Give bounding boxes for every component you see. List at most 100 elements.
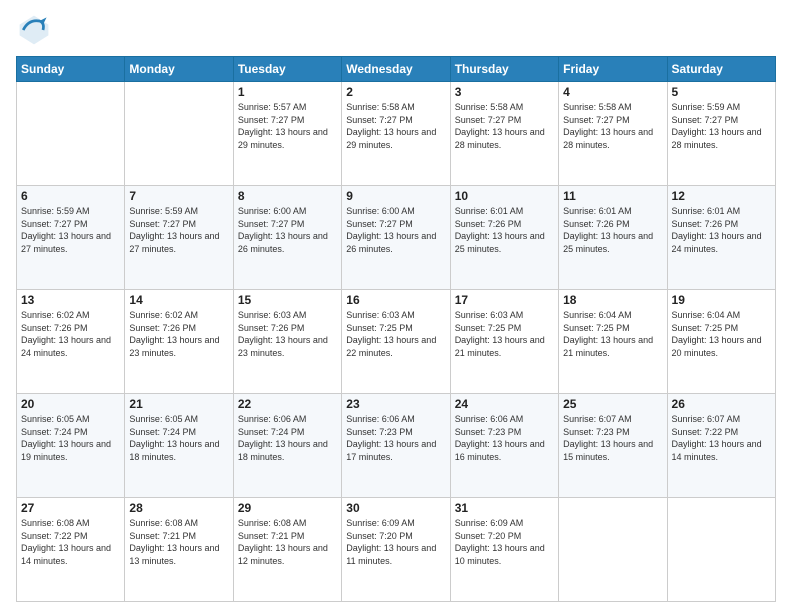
logo-icon [16, 12, 52, 48]
calendar-cell [559, 498, 667, 602]
cell-info: Sunrise: 5:58 AM Sunset: 7:27 PM Dayligh… [346, 101, 445, 151]
cell-info: Sunrise: 5:59 AM Sunset: 7:27 PM Dayligh… [129, 205, 228, 255]
col-header-tuesday: Tuesday [233, 57, 341, 82]
logo [16, 12, 56, 48]
calendar-cell: 2 Sunrise: 5:58 AM Sunset: 7:27 PM Daylig… [342, 82, 450, 186]
day-number: 25 [563, 397, 662, 411]
calendar-cell: 9 Sunrise: 6:00 AM Sunset: 7:27 PM Daylig… [342, 186, 450, 290]
cell-info: Sunrise: 5:57 AM Sunset: 7:27 PM Dayligh… [238, 101, 337, 151]
calendar-cell: 27 Sunrise: 6:08 AM Sunset: 7:22 PM Dayli… [17, 498, 125, 602]
day-number: 30 [346, 501, 445, 515]
calendar-cell: 1 Sunrise: 5:57 AM Sunset: 7:27 PM Daylig… [233, 82, 341, 186]
day-number: 29 [238, 501, 337, 515]
calendar-cell: 23 Sunrise: 6:06 AM Sunset: 7:23 PM Dayli… [342, 394, 450, 498]
calendar-cell: 17 Sunrise: 6:03 AM Sunset: 7:25 PM Dayli… [450, 290, 558, 394]
calendar-cell: 12Sunrise: 6:01 AM Sunset: 7:26 PM Dayli… [667, 186, 775, 290]
calendar-cell: 24 Sunrise: 6:06 AM Sunset: 7:23 PM Dayli… [450, 394, 558, 498]
cell-info: Sunrise: 6:04 AM Sunset: 7:25 PM Dayligh… [563, 309, 662, 359]
cell-info: Sunrise: 5:59 AM Sunset: 7:27 PM Dayligh… [672, 101, 771, 151]
calendar-cell: 15 Sunrise: 6:03 AM Sunset: 7:26 PM Dayli… [233, 290, 341, 394]
day-number: 1 [238, 85, 337, 99]
calendar-cell [667, 498, 775, 602]
day-number: 28 [129, 501, 228, 515]
page: SundayMondayTuesdayWednesdayThursdayFrid… [0, 0, 792, 612]
calendar-cell: 11 Sunrise: 6:01 AM Sunset: 7:26 PM Dayli… [559, 186, 667, 290]
cell-info: Sunrise: 6:07 AM Sunset: 7:22 PM Dayligh… [672, 413, 771, 463]
day-number: 9 [346, 189, 445, 203]
calendar-cell: 29 Sunrise: 6:08 AM Sunset: 7:21 PM Dayli… [233, 498, 341, 602]
calendar-cell: 18 Sunrise: 6:04 AM Sunset: 7:25 PM Dayli… [559, 290, 667, 394]
calendar-cell: 16Sunrise: 6:03 AM Sunset: 7:25 PM Dayli… [342, 290, 450, 394]
day-number: 18 [563, 293, 662, 307]
day-number: 6 [21, 189, 120, 203]
cell-info: Sunrise: 6:00 AM Sunset: 7:27 PM Dayligh… [238, 205, 337, 255]
day-number: 14 [129, 293, 228, 307]
day-number: 8 [238, 189, 337, 203]
calendar-cell: 30 Sunrise: 6:09 AM Sunset: 7:20 PM Dayli… [342, 498, 450, 602]
col-header-wednesday: Wednesday [342, 57, 450, 82]
day-number: 2 [346, 85, 445, 99]
day-number: 23 [346, 397, 445, 411]
day-number: 22 [238, 397, 337, 411]
day-number: 31 [455, 501, 554, 515]
cell-info: Sunrise: 6:02 AM Sunset: 7:26 PM Dayligh… [21, 309, 120, 359]
header [16, 12, 776, 48]
day-number: 11 [563, 189, 662, 203]
calendar-cell: 26 Sunrise: 6:07 AM Sunset: 7:22 PM Dayli… [667, 394, 775, 498]
calendar-cell: 8 Sunrise: 6:00 AM Sunset: 7:27 PM Daylig… [233, 186, 341, 290]
cell-info: Sunrise: 6:09 AM Sunset: 7:20 PM Dayligh… [455, 517, 554, 567]
cell-info: Sunrise: 6:05 AM Sunset: 7:24 PM Dayligh… [21, 413, 120, 463]
col-header-monday: Monday [125, 57, 233, 82]
week-row-2: 6 Sunrise: 5:59 AM Sunset: 7:27 PM Daylig… [17, 186, 776, 290]
calendar-cell [17, 82, 125, 186]
calendar-cell: 20Sunrise: 6:05 AM Sunset: 7:24 PM Dayli… [17, 394, 125, 498]
calendar-cell: 25 Sunrise: 6:07 AM Sunset: 7:23 PM Dayli… [559, 394, 667, 498]
day-number: 5 [672, 85, 771, 99]
day-number: 12 [672, 189, 771, 203]
col-header-thursday: Thursday [450, 57, 558, 82]
day-number: 7 [129, 189, 228, 203]
day-number: 26 [672, 397, 771, 411]
day-number: 27 [21, 501, 120, 515]
cell-info: Sunrise: 6:09 AM Sunset: 7:20 PM Dayligh… [346, 517, 445, 567]
week-row-3: 13 Sunrise: 6:02 AM Sunset: 7:26 PM Dayli… [17, 290, 776, 394]
cell-info: Sunrise: 5:59 AM Sunset: 7:27 PM Dayligh… [21, 205, 120, 255]
calendar-cell: 31 Sunrise: 6:09 AM Sunset: 7:20 PM Dayli… [450, 498, 558, 602]
day-number: 17 [455, 293, 554, 307]
calendar-cell: 21 Sunrise: 6:05 AM Sunset: 7:24 PM Dayli… [125, 394, 233, 498]
calendar-table: SundayMondayTuesdayWednesdayThursdayFrid… [16, 56, 776, 602]
cell-info: Sunrise: 6:01 AM Sunset: 7:26 PM Dayligh… [455, 205, 554, 255]
day-number: 13 [21, 293, 120, 307]
cell-info: Sunrise: 6:05 AM Sunset: 7:24 PM Dayligh… [129, 413, 228, 463]
day-number: 15 [238, 293, 337, 307]
calendar-cell: 14Sunrise: 6:02 AM Sunset: 7:26 PM Dayli… [125, 290, 233, 394]
day-number: 24 [455, 397, 554, 411]
calendar-cell: 10Sunrise: 6:01 AM Sunset: 7:26 PM Dayli… [450, 186, 558, 290]
calendar-cell: 7 Sunrise: 5:59 AM Sunset: 7:27 PM Daylig… [125, 186, 233, 290]
col-header-friday: Friday [559, 57, 667, 82]
day-number: 19 [672, 293, 771, 307]
cell-info: Sunrise: 6:08 AM Sunset: 7:21 PM Dayligh… [238, 517, 337, 567]
cell-info: Sunrise: 6:06 AM Sunset: 7:23 PM Dayligh… [346, 413, 445, 463]
calendar-cell: 28 Sunrise: 6:08 AM Sunset: 7:21 PM Dayli… [125, 498, 233, 602]
cell-info: Sunrise: 6:03 AM Sunset: 7:26 PM Dayligh… [238, 309, 337, 359]
cell-info: Sunrise: 6:06 AM Sunset: 7:23 PM Dayligh… [455, 413, 554, 463]
col-header-saturday: Saturday [667, 57, 775, 82]
calendar-cell: 4Sunrise: 5:58 AM Sunset: 7:27 PM Daylig… [559, 82, 667, 186]
week-row-4: 20Sunrise: 6:05 AM Sunset: 7:24 PM Dayli… [17, 394, 776, 498]
calendar-cell: 6 Sunrise: 5:59 AM Sunset: 7:27 PM Daylig… [17, 186, 125, 290]
week-row-5: 27 Sunrise: 6:08 AM Sunset: 7:22 PM Dayli… [17, 498, 776, 602]
cell-info: Sunrise: 5:58 AM Sunset: 7:27 PM Dayligh… [455, 101, 554, 151]
day-number: 21 [129, 397, 228, 411]
cell-info: Sunrise: 6:08 AM Sunset: 7:21 PM Dayligh… [129, 517, 228, 567]
calendar-cell: 3 Sunrise: 5:58 AM Sunset: 7:27 PM Daylig… [450, 82, 558, 186]
cell-info: Sunrise: 6:03 AM Sunset: 7:25 PM Dayligh… [455, 309, 554, 359]
cell-info: Sunrise: 6:06 AM Sunset: 7:24 PM Dayligh… [238, 413, 337, 463]
day-number: 3 [455, 85, 554, 99]
cell-info: Sunrise: 6:08 AM Sunset: 7:22 PM Dayligh… [21, 517, 120, 567]
cell-info: Sunrise: 6:07 AM Sunset: 7:23 PM Dayligh… [563, 413, 662, 463]
cell-info: Sunrise: 6:01 AM Sunset: 7:26 PM Dayligh… [563, 205, 662, 255]
calendar-cell: 19Sunrise: 6:04 AM Sunset: 7:25 PM Dayli… [667, 290, 775, 394]
cell-info: Sunrise: 6:00 AM Sunset: 7:27 PM Dayligh… [346, 205, 445, 255]
day-number: 16 [346, 293, 445, 307]
